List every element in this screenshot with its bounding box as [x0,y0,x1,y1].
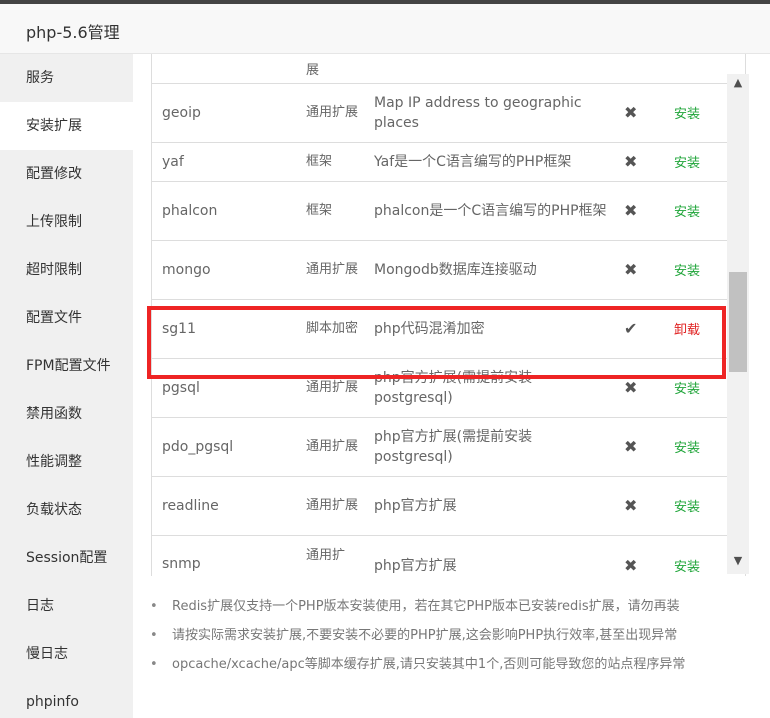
ext-type: 框架 [297,142,374,182]
window-title: php-5.6管理 [26,23,120,42]
ext-desc: php官方扩展(需提前安装postgresql) [374,358,617,418]
table-scrollbar[interactable]: ▲ ▼ [727,74,749,574]
notes-list: • Redis扩展仅支持一个PHP版本安装使用，若在其它PHP版本已安装redis… [150,596,750,683]
note-item: • opcache/xcache/apc等脚本缓存扩展,请只安装其中1个,否则可能… [150,654,750,683]
ext-desc: php官方扩展(需提前安装postgresql) [374,417,617,477]
ext-desc: phalcon是一个C语言编写的PHP框架 [374,181,617,241]
scroll-up-arrow-icon[interactable]: ▲ [727,76,749,94]
table-row: phalcon 框架 phalcon是一个C语言编写的PHP框架 ✖ 安装 [152,181,745,241]
sidebar-item-upload-limit[interactable]: 上传限制 [0,198,133,246]
sidebar-item-log[interactable]: 日志 [0,582,133,630]
not-installed-x-icon: ✖ [617,417,660,477]
ext-name: yaf [152,142,297,182]
not-installed-x-icon: ✖ [617,240,660,300]
not-installed-x-icon: ✖ [617,476,660,536]
note-item: • Redis扩展仅支持一个PHP版本安装使用，若在其它PHP版本已安装redis… [150,596,750,625]
ext-name: snmp [152,535,297,576]
ext-name: mongo [152,240,297,300]
sidebar-item-timeout-limit[interactable]: 超时限制 [0,246,133,294]
sidebar: 服务 安装扩展 配置修改 上传限制 超时限制 配置文件 FPM配置文件 禁用函数… [0,54,133,718]
sidebar-item-service[interactable]: 服务 [0,54,133,102]
ext-desc: php代码混淆加密 [374,299,617,359]
note-text: Redis扩展仅支持一个PHP版本安装使用，若在其它PHP版本已安装redis扩… [172,599,680,614]
ext-name [152,54,297,84]
ext-type: 通用扩展 [297,476,374,536]
ext-type: 通用扩展 [297,358,374,418]
sidebar-item-disabled-functions[interactable]: 禁用函数 [0,390,133,438]
sidebar-item-fpm-config[interactable]: FPM配置文件 [0,342,133,390]
ext-name: geoip [152,83,297,143]
ext-desc: Mongodb数据库连接驱动 [374,240,617,300]
ext-type: 框架 [297,181,374,241]
ext-type: 通用扩 [297,535,374,576]
bullet-icon: • [150,599,158,614]
sidebar-item-phpinfo[interactable]: phpinfo [0,678,133,718]
ext-desc: Map IP address to geographic places [374,83,617,143]
table-row: geoip 通用扩展 Map IP address to geographic … [152,83,745,143]
ext-type: 展 [297,54,374,84]
ext-desc [374,54,617,84]
ext-type: 通用扩展 [297,240,374,300]
bullet-icon: • [150,628,158,643]
installed-check-icon: ✔ [617,299,660,359]
not-installed-x-icon: ✖ [617,181,660,241]
table-row: readline 通用扩展 php官方扩展 ✖ 安装 [152,476,745,536]
not-installed-x-icon: ✖ [617,535,660,576]
table-row: 展 [152,54,745,84]
not-installed-x-icon: ✖ [617,83,660,143]
ext-type: 通用扩展 [297,83,374,143]
table-row: yaf 框架 Yaf是一个C语言编写的PHP框架 ✖ 安装 [152,142,745,182]
scroll-down-arrow-icon[interactable]: ▼ [727,554,749,572]
sidebar-item-performance[interactable]: 性能调整 [0,438,133,486]
table-row: sg11 脚本加密 php代码混淆加密 ✔ 卸载 [152,299,745,359]
ext-type: 脚本加密 [297,299,374,359]
extensions-table: 展 geoip 通用扩展 Map IP address to geographi… [152,54,745,576]
note-item: • 请按实际需求安装扩展,不要安装不必要的PHP扩展,这会影响PHP执行效率,甚至… [150,625,750,654]
table-row: pdo_pgsql 通用扩展 php官方扩展(需提前安装postgresql) … [152,417,745,477]
ext-desc: php官方扩展 [374,476,617,536]
table-row: mongo 通用扩展 Mongodb数据库连接驱动 ✖ 安装 [152,240,745,300]
ext-name: pdo_pgsql [152,417,297,477]
extensions-table-viewport: 展 geoip 通用扩展 Map IP address to geographi… [151,54,746,576]
sidebar-item-load-status[interactable]: 负载状态 [0,486,133,534]
ext-desc: Yaf是一个C语言编写的PHP框架 [374,142,617,182]
ext-name: phalcon [152,181,297,241]
not-installed-x-icon: ✖ [617,142,660,182]
sidebar-item-config-edit[interactable]: 配置修改 [0,150,133,198]
table-row: pgsql 通用扩展 php官方扩展(需提前安装postgresql) ✖ 安装 [152,358,745,418]
note-text: opcache/xcache/apc等脚本缓存扩展,请只安装其中1个,否则可能导… [172,657,686,672]
ext-name: pgsql [152,358,297,418]
ext-desc: php官方扩展 [374,535,617,576]
not-installed-x-icon: ✖ [617,358,660,418]
sidebar-item-session-config[interactable]: Session配置 [0,534,133,582]
sidebar-item-config-file[interactable]: 配置文件 [0,294,133,342]
ext-name: readline [152,476,297,536]
status-icon [617,54,660,84]
scrollbar-thumb[interactable] [729,272,747,372]
sidebar-item-slow-log[interactable]: 慢日志 [0,630,133,678]
note-text: 请按实际需求安装扩展,不要安装不必要的PHP扩展,这会影响PHP执行效率,甚至出… [172,628,678,643]
bullet-icon: • [150,657,158,672]
sidebar-item-install-extensions[interactable]: 安装扩展 [0,102,133,150]
title-bar: php-5.6管理 [0,4,770,54]
ext-name: sg11 [152,299,297,359]
ext-type: 通用扩展 [297,417,374,477]
table-row: snmp 通用扩 php官方扩展 ✖ 安装 [152,535,745,576]
ext-type-text: 展 [306,62,320,78]
